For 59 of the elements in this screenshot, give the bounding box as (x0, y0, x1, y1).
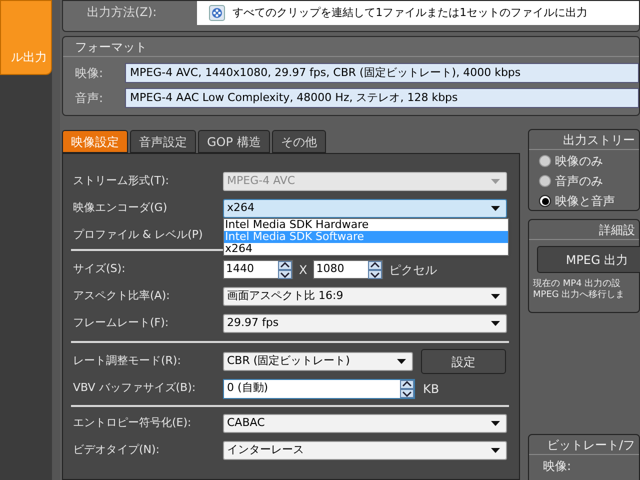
radio-label: 映像と音声 (555, 193, 615, 210)
dropdown-caret-icon (397, 359, 406, 364)
radio-button[interactable] (539, 195, 551, 207)
times-label: X (299, 262, 308, 278)
height-spinbox[interactable]: 1080 (313, 260, 384, 279)
panel-title: フォーマット (63, 37, 639, 57)
dropdown-caret-icon (491, 321, 500, 326)
width-spinbox[interactable]: 1440 (223, 260, 293, 279)
field-label: VBV バッファサイズ(B): (73, 380, 197, 396)
spinner-arrows-icon[interactable] (368, 260, 382, 278)
field-label: 出力方法(Z): (87, 4, 157, 21)
unit-label: KB (423, 380, 440, 398)
buffer-size-spinbox[interactable]: 0 (自動) (223, 378, 415, 398)
dropdown-select[interactable]: CABAC (223, 414, 507, 433)
dropdown-select[interactable]: x264 (223, 199, 507, 218)
tab[interactable]: その他 (272, 130, 326, 153)
field-label: アスペクト比率(A): (73, 288, 171, 304)
tab[interactable]: 音声設定 (130, 130, 196, 153)
tab[interactable]: GOP 構造 (198, 130, 270, 153)
field-label: レート調整モード(R): (73, 353, 182, 370)
field-label: ビデオタイプ(N): (73, 442, 161, 458)
field-label: フレームレート(F): (73, 315, 170, 332)
dropdown-caret-icon (491, 294, 500, 299)
field-label: サイズ(S): (73, 261, 126, 278)
radio-label: 音声のみ (555, 173, 603, 190)
format-summary-field: MPEG-4 AAC Low Complexity, 48000 Hz, ステレオ, 128 kbps (125, 88, 639, 108)
dropdown-caret-icon (491, 179, 500, 184)
spinner-arrows-icon[interactable] (400, 380, 414, 398)
radio-label: 映像のみ (555, 153, 603, 170)
field-label: エントロピー符号化(E): (73, 415, 192, 432)
field-label: 映像: (542, 458, 572, 475)
dropdown-caret-icon (491, 421, 500, 426)
dropdown-caret-icon (491, 448, 500, 453)
spinner-arrows-icon[interactable] (278, 260, 292, 278)
dropdown-select[interactable]: 画面アスペクト比 16:9 (223, 287, 507, 306)
dropdown-caret-icon (491, 206, 500, 211)
dropdown-select[interactable]: インターレース (223, 441, 507, 460)
field-label: 映像エンコーダ(G) (73, 200, 168, 216)
mpeg-output-button[interactable]: MPEG 出力 (537, 246, 640, 273)
panel-title: 出力ストリー (529, 130, 639, 150)
unit-label: ピクセル (389, 262, 438, 278)
settings-button[interactable]: 設定 (421, 349, 506, 374)
dropdown-select[interactable]: CBR (固定ビットレート) (223, 352, 413, 371)
radio-button[interactable] (539, 175, 551, 187)
field-label: 音声: (74, 90, 104, 107)
field-label: 映像: (74, 65, 104, 82)
description-text: 現在の MP4 出力の設 (533, 279, 622, 290)
panel-title: ビットレート/フ (529, 435, 639, 455)
panel-title: 詳細設 (529, 220, 639, 240)
dropdown-option[interactable]: Intel Media SDK Hardware (224, 219, 508, 231)
film-reel-icon (208, 5, 225, 21)
description-text: MPEG 出力へ移行しま (533, 290, 626, 301)
field-label: ストリーム形式(T): (73, 173, 170, 190)
output-method-select[interactable]: すべてのクリップを連結して1ファイルまたは1セットのファイルに出力 (196, 1, 639, 25)
dropdown-option[interactable]: x264 (224, 243, 508, 255)
field-label: プロファイル & レベル(P) (73, 227, 204, 244)
dropdown-select[interactable]: 29.97 fps (223, 314, 507, 333)
format-summary-field: MPEG-4 AVC, 1440x1080, 29.97 fps, CBR (固定ビットレート), 4000 kbps (125, 63, 639, 83)
radio-button[interactable] (539, 155, 551, 167)
